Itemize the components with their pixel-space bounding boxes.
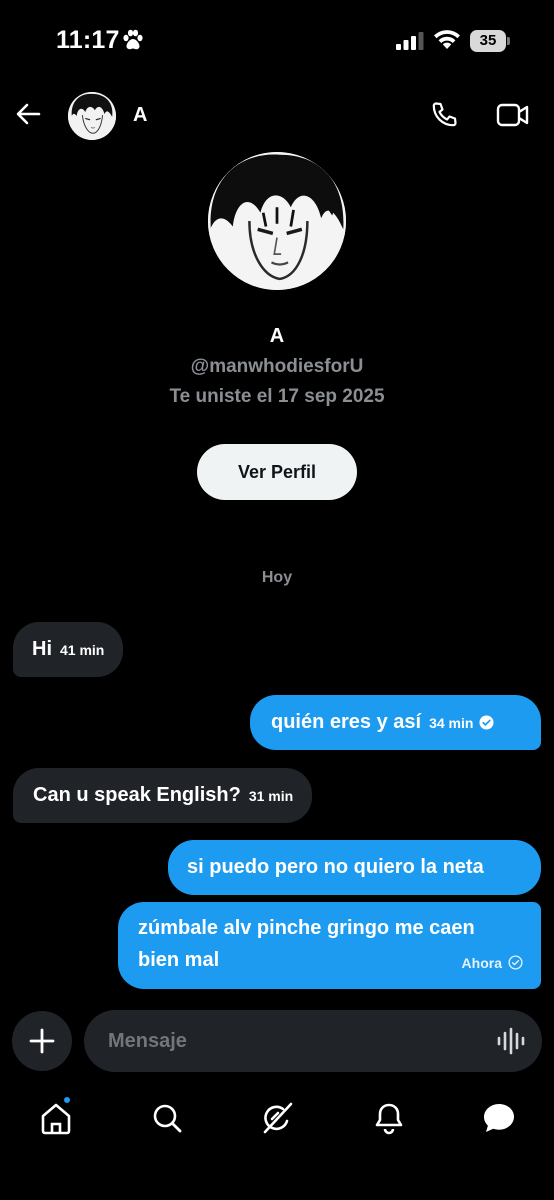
message-time: 34 min (429, 715, 474, 731)
profile-name: A (269, 325, 285, 347)
message-text-line-2: bien mal (138, 949, 220, 971)
grok-icon[interactable] (259, 1100, 295, 1136)
add-attachment-button[interactable] (12, 1011, 72, 1071)
message-text: Hi (32, 638, 52, 660)
wifi-icon (434, 30, 460, 49)
message-time: 31 min (248, 788, 294, 804)
bottom-tab-bar (0, 1090, 554, 1150)
battery-level: 35 (470, 30, 506, 52)
voice-message-icon[interactable] (496, 1027, 526, 1055)
phone-call-icon[interactable] (429, 100, 459, 130)
message-text: Can u speak English? (33, 784, 241, 806)
message-time: Ahora (461, 955, 502, 971)
message-sent[interactable]: si puedo pero no quiero la neta (168, 840, 541, 895)
cellular-signal-icon (396, 32, 424, 50)
view-profile-button[interactable]: Ver Perfil (197, 444, 357, 500)
messages-icon[interactable] (481, 1100, 517, 1136)
paw-icon (123, 29, 143, 50)
message-sent[interactable]: zúmbale alv pinche gringo me caen bien m… (118, 902, 541, 989)
read-check-icon (479, 715, 494, 730)
home-notification-dot (62, 1095, 72, 1105)
status-bar: 11:17 35 (0, 0, 554, 80)
message-time: 41 min (60, 642, 105, 658)
message-received[interactable]: Hi 41 min (13, 622, 124, 677)
message-text: si puedo pero no quiero la neta (187, 856, 484, 878)
message-text: quién eres y así (271, 711, 422, 733)
message-sent[interactable]: quién eres y así 34 min (250, 695, 541, 750)
header-contact-name[interactable]: A (133, 104, 147, 127)
message-input[interactable] (84, 1010, 542, 1072)
sent-check-icon (508, 955, 523, 970)
plus-icon (29, 1028, 55, 1054)
message-received[interactable]: Can u speak English? 31 min (13, 768, 313, 823)
search-icon[interactable] (149, 1100, 185, 1136)
notifications-icon[interactable] (371, 1100, 407, 1136)
back-arrow-icon[interactable] (14, 100, 42, 128)
battery-icon: 35 (470, 30, 510, 52)
date-separator: Hoy (261, 569, 293, 586)
profile-joined-date: Te uniste el 17 sep 2025 (169, 386, 385, 407)
header-avatar[interactable] (68, 92, 116, 140)
message-text-line-1: zúmbale alv pinche gringo me caen (138, 917, 475, 939)
profile-handle: @manwhodiesforU (190, 356, 364, 377)
conversation-header: A (0, 90, 554, 140)
home-icon[interactable] (38, 1100, 74, 1136)
video-call-icon[interactable] (496, 102, 530, 128)
profile-avatar[interactable] (208, 152, 346, 290)
status-time: 11:17 (56, 26, 120, 54)
